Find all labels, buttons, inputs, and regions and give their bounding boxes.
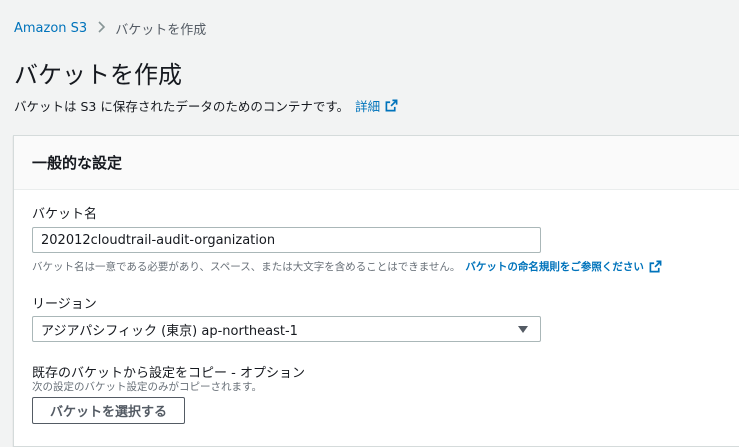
page-description: バケットは S3 に保存されたデータのためのコンテナです。 詳細 xyxy=(14,96,398,115)
bucket-name-label: バケット名 xyxy=(32,207,98,222)
general-settings-panel: 一般的な設定 バケット名 バケット名は一意である必要があり、スペース、または大文… xyxy=(13,135,739,447)
naming-rules-link[interactable]: バケットの命名規則をご参照ください xyxy=(465,259,662,274)
region-label: リージョン xyxy=(32,297,97,312)
copy-settings-hint: 次の設定のバケット設定のみがコピーされます。 xyxy=(32,381,262,393)
panel-header: 一般的な設定 xyxy=(14,136,739,190)
naming-rules-link-label: バケットの命名規則をご参照ください xyxy=(465,261,644,273)
breadcrumb: Amazon S3 バケットを作成 xyxy=(14,19,206,38)
region-select[interactable]: アジアパシフィック (東京) ap-northeast-1 xyxy=(32,316,541,342)
info-link[interactable]: 詳細 xyxy=(355,96,398,115)
bucket-name-hint: バケット名は一意である必要があり、スペース、または大文字を含めることはできません… xyxy=(32,259,662,274)
caret-down-icon xyxy=(518,325,528,333)
region-select-value: アジアパシフィック (東京) ap-northeast-1 xyxy=(41,323,298,339)
breadcrumb-current: バケットを作成 xyxy=(115,23,207,38)
info-link-label: 詳細 xyxy=(355,99,381,114)
bucket-name-input[interactable] xyxy=(32,227,541,253)
page-description-text: バケットは S3 に保存されたデータのためのコンテナです。 xyxy=(14,99,350,114)
choose-bucket-button[interactable]: バケットを選択する xyxy=(32,397,185,424)
bucket-name-hint-text: バケット名は一意である必要があり、スペース、または大文字を含めることはできません… xyxy=(32,261,461,273)
panel-heading: 一般的な設定 xyxy=(32,154,123,172)
page-title: バケットを作成 xyxy=(14,61,182,89)
breadcrumb-link-s3[interactable]: Amazon S3 xyxy=(14,21,87,36)
chevron-right-icon xyxy=(92,20,110,37)
external-link-icon xyxy=(649,260,662,273)
external-link-icon xyxy=(385,99,398,112)
